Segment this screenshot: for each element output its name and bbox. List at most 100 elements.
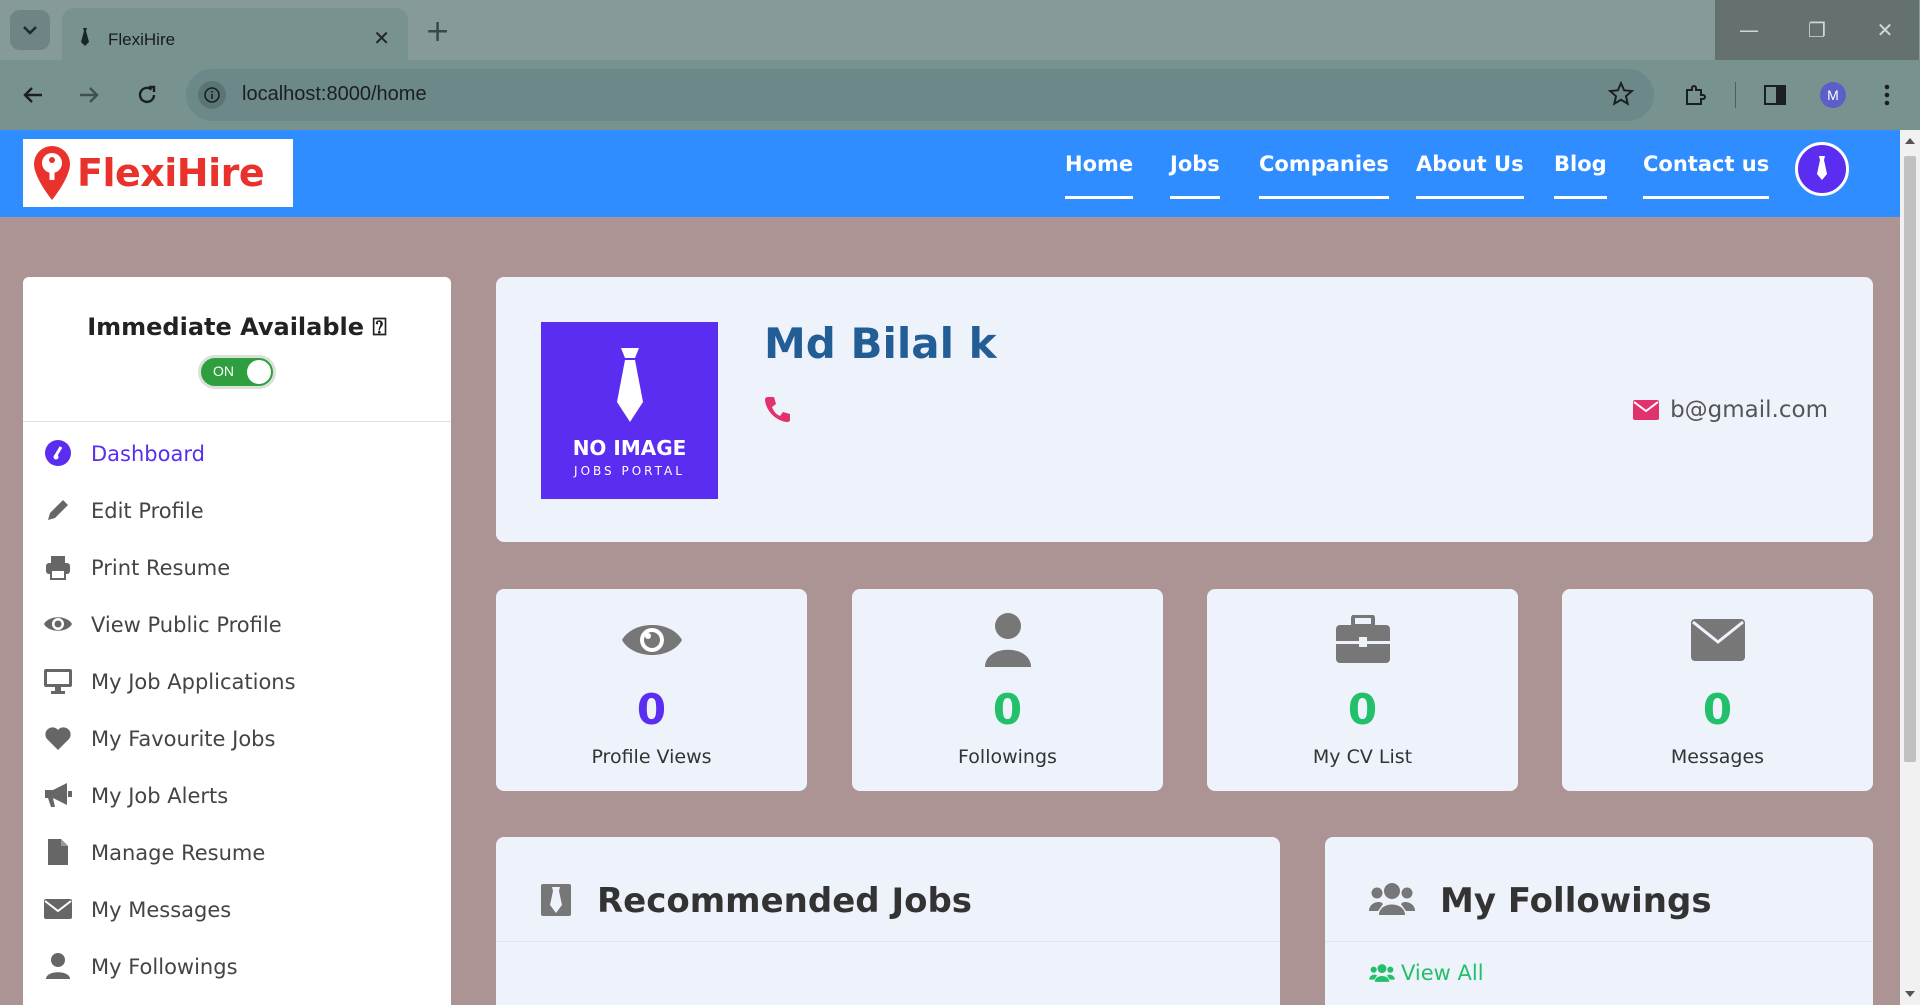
- sidebar-item-label: My Messages: [91, 898, 232, 922]
- page-scrollbar[interactable]: [1900, 130, 1920, 1005]
- nav-about-label: About Us: [1416, 152, 1524, 176]
- forward-button[interactable]: [72, 78, 106, 112]
- stat-card-my-cv-list[interactable]: 0 My CV List: [1207, 589, 1518, 791]
- tie-square-icon: [541, 884, 571, 916]
- phone-icon: [765, 397, 790, 422]
- nav-companies[interactable]: Companies: [1259, 152, 1389, 199]
- tie-icon: [1817, 156, 1827, 180]
- stat-card-messages[interactable]: 0 Messages: [1562, 589, 1873, 791]
- sidebar-item-label: Dashboard: [91, 442, 205, 466]
- stat-value: 0: [1702, 685, 1733, 734]
- sidebar-item-view-public-profile[interactable]: View Public Profile: [23, 601, 451, 647]
- profile-name: Md Bilal k: [764, 319, 997, 368]
- sidebar-item-my-job-alerts[interactable]: My Job Alerts: [23, 772, 451, 818]
- users-icon: [1369, 964, 1395, 982]
- browser-menu-button[interactable]: [1870, 78, 1904, 112]
- dashboard-sidebar: Immediate Available ⍰ ON Dashboard Edit …: [23, 277, 451, 1005]
- tie-icon: [617, 348, 643, 422]
- sidebar-divider: [23, 421, 451, 422]
- pencil-icon: [43, 495, 73, 525]
- recommended-jobs-title: Recommended Jobs: [597, 881, 973, 921]
- section-divider: [496, 941, 1280, 942]
- sidebar-item-manage-resume[interactable]: Manage Resume: [23, 829, 451, 875]
- extensions-button[interactable]: [1678, 78, 1712, 112]
- sidebar-item-print-resume[interactable]: Print Resume: [23, 544, 451, 590]
- new-tab-button[interactable]: +: [425, 14, 450, 49]
- sidebar-item-edit-profile[interactable]: Edit Profile: [23, 487, 451, 533]
- stat-value: 0: [1347, 685, 1378, 734]
- no-image-text: NO IMAGE: [572, 436, 687, 460]
- toggle-knob: [247, 360, 271, 384]
- profile-photo-placeholder: NO IMAGE JOBS PORTAL: [541, 322, 718, 499]
- recommended-jobs-section: Recommended Jobs: [496, 837, 1280, 1005]
- minimize-button[interactable]: —: [1715, 0, 1783, 60]
- nav-underline: [1259, 196, 1389, 199]
- browser-tabbar: FlexiHire ✕ + — ❐ ✕: [0, 0, 1920, 60]
- nav-contact-us[interactable]: Contact us: [1643, 152, 1770, 199]
- availability-toggle[interactable]: ON: [198, 355, 276, 389]
- stat-value: 0: [636, 685, 667, 734]
- nav-contact-label: Contact us: [1643, 152, 1770, 176]
- stat-card-followings[interactable]: 0 Followings: [852, 589, 1163, 791]
- close-window-button[interactable]: ✕: [1851, 0, 1919, 60]
- browser-profile-avatar[interactable]: M: [1820, 82, 1846, 108]
- tachometer-icon: [43, 438, 73, 468]
- heart-icon: [43, 723, 73, 753]
- sidebar-item-my-followings[interactable]: My Followings: [23, 943, 451, 989]
- user-avatar[interactable]: [1795, 142, 1849, 196]
- eye-icon: [496, 611, 807, 669]
- jobs-portal-text: JOBS PORTAL: [574, 464, 685, 478]
- sidebar-item-label: Edit Profile: [91, 499, 204, 523]
- scroll-up-icon[interactable]: [1905, 138, 1915, 144]
- sidebar-item-my-job-applications[interactable]: My Job Applications: [23, 658, 451, 704]
- tab-close-icon[interactable]: ✕: [373, 26, 390, 50]
- nav-about-us[interactable]: About Us: [1416, 152, 1524, 199]
- back-button[interactable]: [16, 78, 50, 112]
- address-bar[interactable]: localhost:8000/home: [186, 69, 1654, 121]
- nav-blog[interactable]: Blog: [1554, 152, 1607, 199]
- nav-companies-label: Companies: [1259, 152, 1389, 176]
- view-all-label: View All: [1401, 961, 1484, 985]
- reload-button[interactable]: [130, 78, 164, 112]
- kebab-menu-icon: [1884, 84, 1890, 106]
- sidebar-item-my-messages[interactable]: My Messages: [23, 886, 451, 932]
- envelope-icon: [1562, 611, 1873, 669]
- nav-jobs-label: Jobs: [1170, 152, 1220, 176]
- my-followings-title: My Followings: [1440, 881, 1712, 921]
- browser-tab[interactable]: FlexiHire ✕: [62, 8, 408, 60]
- site-logo[interactable]: FlexiHire: [23, 139, 293, 207]
- user-icon: [43, 951, 73, 981]
- sidebar-item-my-favourite-jobs[interactable]: My Favourite Jobs: [23, 715, 451, 761]
- side-panel-button[interactable]: [1758, 78, 1792, 112]
- user-icon: [852, 611, 1163, 669]
- sidebar-item-label: View Public Profile: [91, 613, 282, 637]
- sidebar-item-label: My Job Alerts: [91, 784, 229, 808]
- tab-search-button[interactable]: [10, 10, 50, 50]
- stat-card-profile-views[interactable]: 0 Profile Views: [496, 589, 807, 791]
- puzzle-icon: [1686, 85, 1706, 105]
- logo-text: FlexiHire: [77, 151, 265, 195]
- sidebar-item-dashboard[interactable]: Dashboard: [23, 430, 451, 476]
- envelope-icon: [1633, 400, 1660, 420]
- nav-underline: [1554, 196, 1607, 199]
- availability-title: Immediate Available ⍰: [87, 313, 387, 341]
- bookmark-star-icon[interactable]: [1608, 81, 1634, 107]
- view-all-link[interactable]: View All: [1369, 961, 1484, 985]
- scroll-down-icon[interactable]: [1905, 991, 1915, 997]
- sidebar-item-label: My Job Applications: [91, 670, 296, 694]
- nav-jobs[interactable]: Jobs: [1170, 152, 1220, 199]
- scroll-thumb[interactable]: [1904, 156, 1916, 762]
- printer-icon: [43, 552, 73, 582]
- url-text[interactable]: localhost:8000/home: [242, 83, 427, 106]
- sidebar-item-label: Manage Resume: [91, 841, 266, 865]
- site-info-icon[interactable]: [198, 81, 226, 109]
- restore-button[interactable]: ❐: [1783, 0, 1851, 60]
- location-pin-logo-icon: [34, 146, 70, 200]
- profile-email: b@gmail.com: [1632, 397, 1828, 423]
- sidebar-item-label: My Followings: [91, 955, 238, 979]
- tie-favicon-icon: [81, 28, 89, 46]
- nav-home-label: Home: [1065, 152, 1134, 176]
- sidebar-item-label: My Favourite Jobs: [91, 727, 276, 751]
- stat-label: Followings: [958, 746, 1057, 768]
- nav-home[interactable]: Home: [1065, 152, 1134, 199]
